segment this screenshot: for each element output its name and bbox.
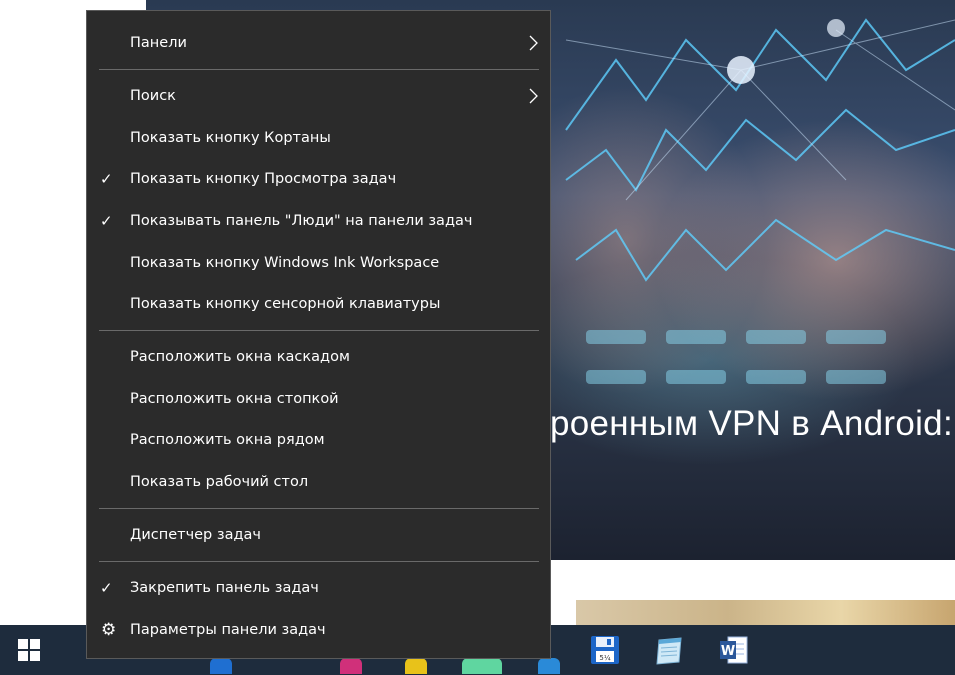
word-icon[interactable]: W [718,634,750,666]
menu-item-label: Показать кнопку Windows Ink Workspace [130,255,440,271]
menu-item-label: Показать кнопку сенсорной клавиатуры [130,296,441,312]
menu-item-show-desktop[interactable]: Показать рабочий стол [87,464,550,500]
menu-item-show-touch-keyboard[interactable]: Показать кнопку сенсорной клавиатуры [87,286,550,322]
menu-item-show-ink-workspace[interactable]: Показать кнопку Windows Ink Workspace [87,245,550,281]
floppy-caption: 5¼ [599,654,610,662]
pinned-app-5-icon[interactable] [538,658,560,674]
menu-item-show-task-view[interactable]: ✓ Показать кнопку Просмотра задач [87,161,550,197]
menu-separator [99,330,539,331]
menu-item-label: Параметры панели задач [130,622,326,638]
menu-item-label: Поиск [130,88,176,104]
article-thumbnail[interactable] [576,600,955,626]
pinned-app-3-icon[interactable] [405,658,427,674]
menu-item-cascade-windows[interactable]: Расположить окна каскадом [87,339,550,375]
chevron-right-icon [529,35,538,51]
menu-item-lock-taskbar[interactable]: ✓ Закрепить панель задач [87,570,550,606]
menu-item-label: Показать кнопку Кортаны [130,130,331,146]
checkmark-icon: ✓ [100,212,113,230]
gear-icon: ⚙ [101,620,117,640]
menu-item-stack-windows[interactable]: Расположить окна стопкой [87,381,550,417]
menu-item-show-cortana[interactable]: Показать кнопку Кортаны [87,120,550,156]
menu-item-label: Показать кнопку Просмотра задач [130,171,397,187]
menu-item-label: Закрепить панель задач [130,580,319,596]
pinned-app-1-icon[interactable] [210,658,232,674]
menu-item-label: Расположить окна каскадом [130,349,350,365]
menu-item-label: Показать рабочий стол [130,474,309,490]
checkmark-icon: ✓ [100,170,113,188]
menu-separator [99,561,539,562]
taskbar-context-menu: Панели Поиск Показать кнопку Кортаны ✓ П… [86,10,551,659]
menu-separator [99,508,539,509]
chevron-right-icon [529,88,538,104]
menu-item-label: Панели [130,35,187,51]
menu-item-taskbar-settings[interactable]: ⚙ Параметры панели задач [87,612,550,648]
menu-item-label: Расположить окна рядом [130,432,325,448]
word-letter: W [721,644,735,659]
menu-item-task-manager[interactable]: Диспетчер задач [87,517,550,553]
floppy-save-icon[interactable]: 5¼ [589,634,621,666]
menu-item-show-people[interactable]: ✓ Показывать панель "Люди" на панели зад… [87,203,550,239]
menu-item-panels[interactable]: Панели [87,25,550,61]
windows-logo-icon [18,639,40,661]
menu-item-label: Диспетчер задач [130,527,261,543]
menu-item-label: Показывать панель "Люди" на панели задач [130,213,473,229]
menu-item-label: Расположить окна стопкой [130,391,339,407]
menu-item-search[interactable]: Поиск [87,78,550,114]
notepad-icon[interactable] [653,634,685,666]
pinned-app-2-icon[interactable] [340,658,362,674]
pinned-app-4-icon[interactable] [462,658,502,674]
menu-separator [99,69,539,70]
menu-item-side-by-side[interactable]: Расположить окна рядом [87,422,550,458]
start-button[interactable] [0,625,58,675]
article-headline[interactable]: роенным VPN в Android: п [550,404,955,444]
checkmark-icon: ✓ [100,579,113,597]
